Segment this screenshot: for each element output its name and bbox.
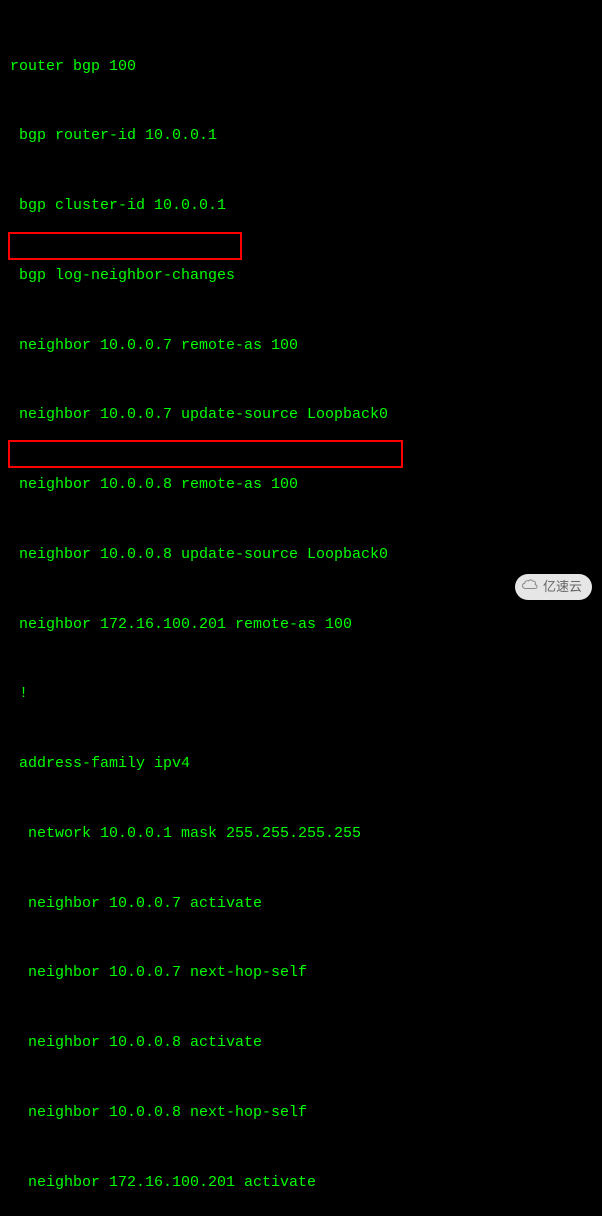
config-line: router bgp 100 <box>10 55 592 78</box>
config-line: bgp log-neighbor-changes <box>10 264 592 287</box>
watermark-badge: 亿速云 <box>515 574 592 600</box>
config-line: address-family ipv4 <box>10 752 592 775</box>
config-line: bgp cluster-id 10.0.0.1 <box>10 194 592 217</box>
config-line: neighbor 10.0.0.7 remote-as 100 <box>10 334 592 357</box>
watermark-text: 亿速云 <box>543 577 582 597</box>
config-line: neighbor 172.16.100.201 activate <box>10 1171 592 1194</box>
config-line: bgp router-id 10.0.0.1 <box>10 124 592 147</box>
config-line: neighbor 10.0.0.7 activate <box>10 892 592 915</box>
terminal-output: router bgp 100 bgp router-id 10.0.0.1 bg… <box>10 8 592 1216</box>
config-line: neighbor 172.16.100.201 remote-as 100 <box>10 613 592 636</box>
config-line: neighbor 10.0.0.7 next-hop-self <box>10 961 592 984</box>
config-line: ! <box>10 682 592 705</box>
config-line: neighbor 10.0.0.8 activate <box>10 1031 592 1054</box>
cloud-icon <box>521 578 539 596</box>
config-line: neighbor 10.0.0.7 update-source Loopback… <box>10 403 592 426</box>
config-line: neighbor 10.0.0.8 update-source Loopback… <box>10 543 592 566</box>
config-line: neighbor 10.0.0.8 remote-as 100 <box>10 473 592 496</box>
config-line: neighbor 10.0.0.8 next-hop-self <box>10 1101 592 1124</box>
config-line: network 10.0.0.1 mask 255.255.255.255 <box>10 822 592 845</box>
